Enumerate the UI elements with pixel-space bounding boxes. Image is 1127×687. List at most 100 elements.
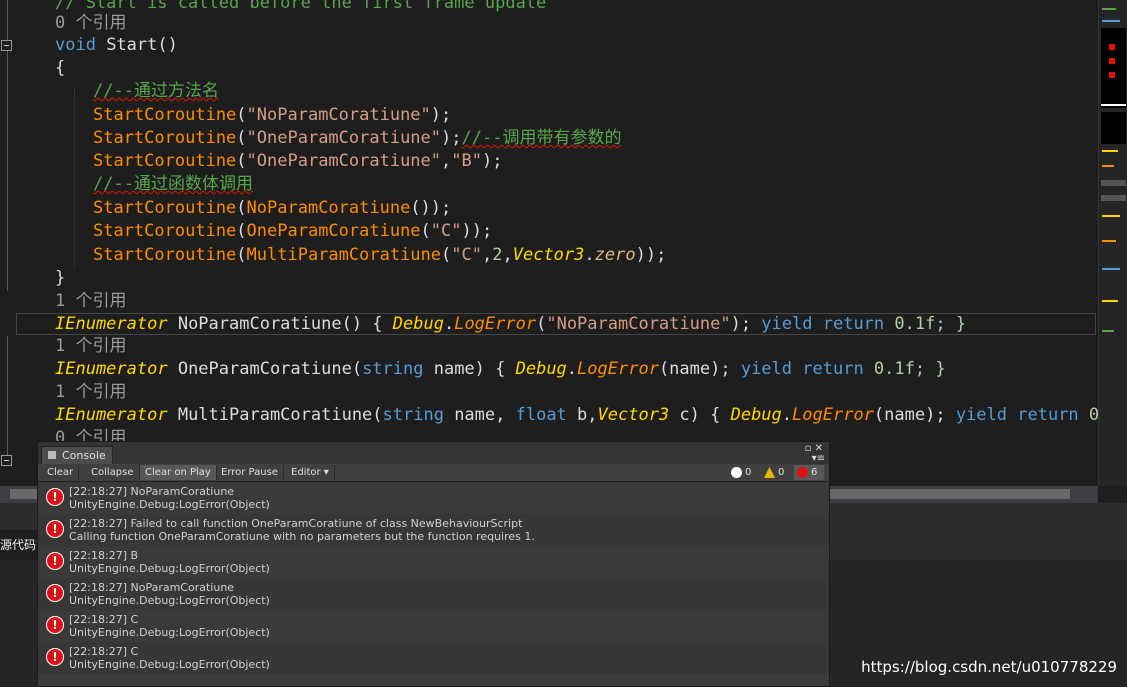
log-stacktrace: UnityEngine.Debug:LogError(Object) [69,594,270,607]
function-name: MultiParamCoratiune [246,245,442,265]
member-name: zero [594,245,636,265]
function-name: LogError [454,314,537,334]
punct: ()); [410,198,452,218]
menu-icon[interactable]: ▾≡ [812,453,825,464]
collapse-button[interactable]: Collapse [86,465,140,480]
minimap-mark [1101,180,1126,186]
type-name: Debug [730,405,782,425]
string-literal: "OneParamCoratiune" [246,151,442,171]
error-icon: ! [46,488,64,506]
code-line-call1[interactable]: StartCoroutine("NoParamCoratiune"); [93,104,451,127]
console-titlebar[interactable]: Console ▫ ✕ ▾≡ [38,442,829,464]
code-line-call2[interactable]: StartCoroutine("OneParamCoratiune");//--… [93,127,621,150]
function-name: StartCoroutine [93,198,237,218]
console-title: Console [62,449,106,462]
function-name: StartCoroutine [93,128,237,148]
log-entry[interactable]: ! [22:18:27] NoParamCoratiune UnityEngin… [38,578,829,610]
punct: , [502,245,513,265]
minimap-scrollbar[interactable] [1098,0,1127,486]
warning-count: 0 [778,467,785,478]
punct: . [584,245,595,265]
editor-gutter [0,0,16,486]
clear-button[interactable]: Clear [42,465,80,480]
log-message: [22:18:27] NoParamCoratiune [69,485,235,498]
log-list[interactable]: ! [22:18:27] NoParamCoratiune UnityEngin… [38,482,829,674]
punct: , [441,151,452,171]
indent-guide [74,88,76,268]
minimap-error-mark [1109,58,1115,64]
log-entry[interactable]: ! [22:18:27] C UnityEngine.Debug:LogErro… [38,642,829,674]
code-comment[interactable]: //--通过方法名 [93,80,219,103]
method-signature: OneParamCoratiune( [167,359,363,379]
punct: . [781,405,793,425]
minimap-mark [1102,165,1114,167]
log-entry[interactable]: ! [22:18:27] B UnityEngine.Debug:LogErro… [38,546,829,578]
punct: ( [236,151,247,171]
punct: ( [441,245,452,265]
error-count: 6 [811,467,818,478]
punct: ); [730,314,762,334]
function-name: LogError [792,405,874,425]
method-start-declaration[interactable]: void Start() [55,34,178,57]
minimap-mark [1102,300,1118,302]
code-comment[interactable]: //--通过函数体调用 [93,173,253,196]
minimap-mark [1102,20,1120,22]
method-signature: NoParamCoratiune() { [167,314,393,334]
editor-dropdown[interactable]: Editor ▾ [286,465,335,480]
minimap-mark [1101,195,1126,201]
reference-count[interactable]: 1 个引用 [55,290,126,313]
info-toggle[interactable]: 0 [728,465,758,480]
source-control-tab[interactable]: 源代码管 [0,530,40,560]
punct: . [566,359,578,379]
fold-line [7,0,8,40]
type-name: Debug [392,314,444,334]
collapse-icon[interactable] [1,455,12,466]
minimap-mark [1101,104,1126,106]
keyword: return [822,314,885,334]
log-entry[interactable]: ! [22:18:27] Failed to call function One… [38,514,829,546]
reference-count[interactable]: 0 个引用 [55,12,126,35]
minimap-viewport[interactable] [1101,28,1126,108]
reference-count[interactable]: 1 个引用 [55,335,126,358]
error-toggle[interactable]: 6 [794,465,824,480]
info-icon [731,467,742,478]
number-literal: 2 [492,245,503,265]
keyword: float [515,405,567,425]
log-stacktrace: UnityEngine.Debug:LogError(Object) [69,498,270,511]
punct: , [481,245,493,265]
method-declaration[interactable]: IEnumerator NoParamCoratiune() { Debug.L… [55,313,966,336]
minimap-mark [1102,268,1120,270]
watermark: https://blog.csdn.net/u010778229 [861,658,1117,676]
string-literal: "NoParamCoratiune" [546,314,731,334]
error-pause-button[interactable]: Error Pause [216,465,284,480]
fold-line [7,336,8,456]
punct: (name); [658,359,741,379]
method-declaration[interactable]: IEnumerator OneParamCoratiune(string nam… [55,358,946,381]
comment-text: //--调用带有参数的 [461,128,622,148]
string-literal: "NoParamCoratiune" [246,105,431,125]
keyword: yield [740,359,793,379]
keyword: string [362,359,424,379]
method-signature: MultiParamCoratiune( [167,405,383,425]
string-literal: "B" [451,151,482,171]
code-line-call4[interactable]: StartCoroutine(NoParamCoratiune()); [93,197,451,220]
reference-count[interactable]: 1 个引用 [55,381,126,404]
method-declaration[interactable]: IEnumerator MultiParamCoratiune(string n… [55,404,1098,427]
unity-console-window[interactable]: Console ▫ ✕ ▾≡ Clear Collapse Clear on P… [37,441,830,687]
clear-on-play-button[interactable]: Clear on Play [140,465,217,480]
console-tab[interactable]: Console [41,446,113,464]
code-line-call3[interactable]: StartCoroutine("OneParamCoratiune","B"); [93,150,502,173]
type-name: Vector3 [512,245,585,265]
log-entry[interactable]: ! [22:18:27] C UnityEngine.Debug:LogErro… [38,610,829,642]
collapse-icon[interactable] [1,40,12,51]
log-message: [22:18:27] C [69,613,139,626]
comment-text: //--通过函数体调用 [93,174,253,194]
code-line-call5[interactable]: StartCoroutine(OneParamCoratiune("C")); [93,220,492,243]
method-args: b, [566,405,598,425]
code-line-call6[interactable]: StartCoroutine(MultiParamCoratiune("C",2… [93,244,666,267]
code-editor[interactable]: // Start is called before the first fram… [0,0,1098,486]
warning-toggle[interactable]: 0 [761,465,791,480]
punct: ( [236,221,247,241]
log-entry[interactable]: ! [22:18:27] NoParamCoratiune UnityEngin… [38,482,829,514]
